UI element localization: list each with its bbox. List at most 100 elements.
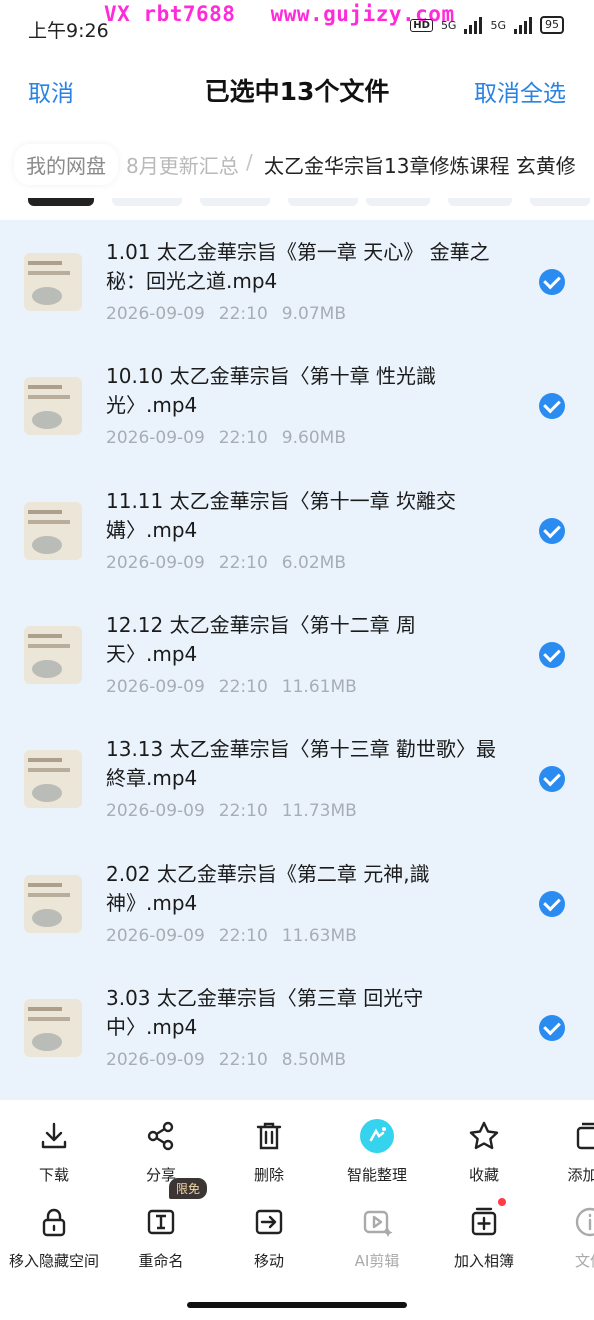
move-icon xyxy=(251,1204,287,1240)
file-meta: 2026-09-09 22:10 9.60MB xyxy=(106,428,360,448)
file-meta: 2026-09-09 22:10 6.02MB xyxy=(106,553,360,573)
rename-icon: 限免 xyxy=(143,1178,208,1240)
toolbar-ai-edit-button: AI剪辑 xyxy=(327,1204,427,1271)
file-size: 9.60MB xyxy=(281,428,346,448)
toolbar-star-button[interactable]: 收藏 xyxy=(434,1118,534,1185)
file-list: 1.01 太乙金華宗旨《第一章 天心》 金華之秘：回光之道.mp4 2026-09… xyxy=(0,220,594,1100)
toolbar-share-button[interactable]: 分享 xyxy=(111,1118,211,1185)
breadcrumb-item-middle[interactable]: 8月更新汇总 xyxy=(126,150,239,179)
file-row[interactable]: 2.02 太乙金華宗旨《第二章 元神,識神》.mp4 2026-09-09 22:1… xyxy=(0,842,594,966)
file-row[interactable]: 3.03 太乙金華宗旨〈第三章 回光守中〉.mp4 2026-09-09 22:10… xyxy=(0,966,594,1090)
file-date: 2026-09-09 xyxy=(106,801,205,821)
file-name: 11.11 太乙金華宗旨〈第十一章 坎離交媾〉.mp4 xyxy=(106,489,456,542)
video-thumbnail xyxy=(24,999,82,1057)
file-meta: 2026-09-09 22:10 11.61MB xyxy=(106,677,371,697)
file-time: 22:10 xyxy=(218,304,268,324)
breadcrumb-item-root[interactable]: 我的网盘 xyxy=(14,144,118,185)
file-meta: 2026-09-09 22:10 11.73MB xyxy=(106,801,371,821)
home-indicator xyxy=(187,1302,407,1308)
file-time: 22:10 xyxy=(218,428,268,448)
selected-check-icon[interactable] xyxy=(539,518,565,544)
signal-icon-2 xyxy=(514,16,532,34)
file-size: 11.73MB xyxy=(281,801,357,821)
file-date: 2026-09-09 xyxy=(106,553,205,573)
toolbar-rename-button[interactable]: 限免 重命名 xyxy=(111,1178,211,1271)
toolbar-label: 收藏 xyxy=(468,1166,499,1184)
free-badge: 限免 xyxy=(169,1178,208,1199)
selected-check-icon[interactable] xyxy=(539,1015,565,1041)
file-name: 2.02 太乙金華宗旨《第二章 元神,識神》.mp4 xyxy=(106,862,430,915)
selected-check-icon[interactable] xyxy=(539,393,565,419)
trash-icon xyxy=(251,1118,287,1154)
file-meta: 2026-09-09 22:10 8.50MB xyxy=(106,1050,360,1070)
info-icon xyxy=(572,1204,594,1240)
file-size: 6.02MB xyxy=(281,553,346,573)
file-meta: 2026-09-09 22:10 11.63MB xyxy=(106,926,371,946)
signal-icon xyxy=(464,16,483,34)
selected-check-icon[interactable] xyxy=(539,269,565,295)
video-thumbnail xyxy=(24,750,82,808)
toolbar-add-album-button[interactable]: 加入相簿 xyxy=(434,1198,534,1271)
network-label-2: 5G xyxy=(490,18,506,32)
file-size: 11.63MB xyxy=(281,926,357,946)
filter-strip xyxy=(0,198,594,208)
selection-header: 取消 已选中13个文件 取消全选 xyxy=(0,62,594,118)
toolbar-move-button[interactable]: 移动 xyxy=(219,1204,319,1271)
file-size: 9.07MB xyxy=(281,304,346,324)
watermark-left: VX rbt7688 xyxy=(104,2,236,26)
file-time: 22:10 xyxy=(218,677,268,697)
toolbar-label: 移入隐藏空间 xyxy=(8,1252,99,1270)
file-date: 2026-09-09 xyxy=(106,304,205,324)
video-thumbnail xyxy=(24,253,82,311)
toolbar-label: 加入相簿 xyxy=(453,1252,514,1270)
download-icon xyxy=(36,1118,72,1154)
toolbar-lock-button[interactable]: 移入隐藏空间 xyxy=(4,1204,104,1271)
selected-check-icon[interactable] xyxy=(539,891,565,917)
add-to-icon xyxy=(572,1118,594,1154)
file-row[interactable]: 10.10 太乙金華宗旨〈第十章 性光識光〉.mp4 2026-09-09 22:1… xyxy=(0,344,594,468)
selected-check-icon[interactable] xyxy=(539,642,565,668)
file-time: 22:10 xyxy=(218,801,268,821)
toolbar-download-button[interactable]: 下载 xyxy=(4,1118,104,1185)
ai-edit-icon xyxy=(359,1204,395,1240)
toolbar-label: 移动 xyxy=(253,1252,284,1270)
deselect-all-button[interactable]: 取消全选 xyxy=(474,74,566,108)
toolbar-smart-organize-button[interactable]: 智能整理 xyxy=(327,1118,427,1185)
file-size: 8.50MB xyxy=(281,1050,346,1070)
file-date: 2026-09-09 xyxy=(106,677,205,697)
toolbar-add-to-button[interactable]: 添加到 xyxy=(540,1118,594,1185)
file-row[interactable]: 1.01 太乙金華宗旨《第一章 天心》 金華之秘：回光之道.mp4 2026-09… xyxy=(0,220,594,344)
file-time: 22:10 xyxy=(218,926,268,946)
toolbar-label: 添加到 xyxy=(567,1166,594,1184)
toolbar-trash-button[interactable]: 删除 xyxy=(219,1118,319,1185)
toolbar-info-button: 文件 xyxy=(540,1204,594,1271)
hd-icon: HD xyxy=(410,18,433,32)
video-thumbnail xyxy=(24,626,82,684)
add-album-icon xyxy=(466,1198,506,1240)
toolbar-label: 文件 xyxy=(574,1252,594,1270)
file-row[interactable]: 11.11 太乙金華宗旨〈第十一章 坎離交媾〉.mp4 2026-09-09 22:… xyxy=(0,469,594,593)
selected-check-icon[interactable] xyxy=(539,766,565,792)
file-name: 1.01 太乙金華宗旨《第一章 天心》 金華之秘：回光之道.mp4 xyxy=(106,240,490,293)
notification-dot xyxy=(498,1198,506,1206)
breadcrumb-item-current: 太乙金华宗旨13章修炼课程 玄黄修 xyxy=(264,154,576,178)
video-thumbnail xyxy=(24,377,82,435)
status-indicators: HD 5G 5G 95 xyxy=(410,16,564,34)
toolbar-label: 下载 xyxy=(38,1166,69,1184)
file-row[interactable]: 13.13 太乙金華宗旨〈第十三章 勸世歌〉最終章.mp4 2026-09-09 2… xyxy=(0,717,594,841)
file-meta: 2026-09-09 22:10 9.07MB xyxy=(106,304,360,324)
video-thumbnail xyxy=(24,875,82,933)
file-time: 22:10 xyxy=(218,553,268,573)
file-row[interactable]: 12.12 太乙金華宗旨〈第十二章 周天〉.mp4 2026-09-09 22:10… xyxy=(0,593,594,717)
file-date: 2026-09-09 xyxy=(106,428,205,448)
bottom-toolbar: 下载 分享删除智能整理收藏 添加到移入隐藏空间限免重命名移动 AI剪辑加入相簿 文件 xyxy=(0,1100,594,1320)
file-name: 12.12 太乙金華宗旨〈第十二章 周天〉.mp4 xyxy=(106,613,416,666)
file-time: 22:10 xyxy=(218,1050,268,1070)
file-size: 11.61MB xyxy=(281,677,357,697)
status-time: 上午9:26 xyxy=(28,20,109,42)
share-icon xyxy=(143,1118,179,1154)
file-date: 2026-09-09 xyxy=(106,1050,205,1070)
breadcrumb: 8月更新汇总 我的网盘 / 太乙金华宗旨13章修炼课程 玄黄修 xyxy=(0,140,594,190)
file-name: 10.10 太乙金華宗旨〈第十章 性光識光〉.mp4 xyxy=(106,364,436,417)
breadcrumb-separator: / xyxy=(246,150,253,174)
